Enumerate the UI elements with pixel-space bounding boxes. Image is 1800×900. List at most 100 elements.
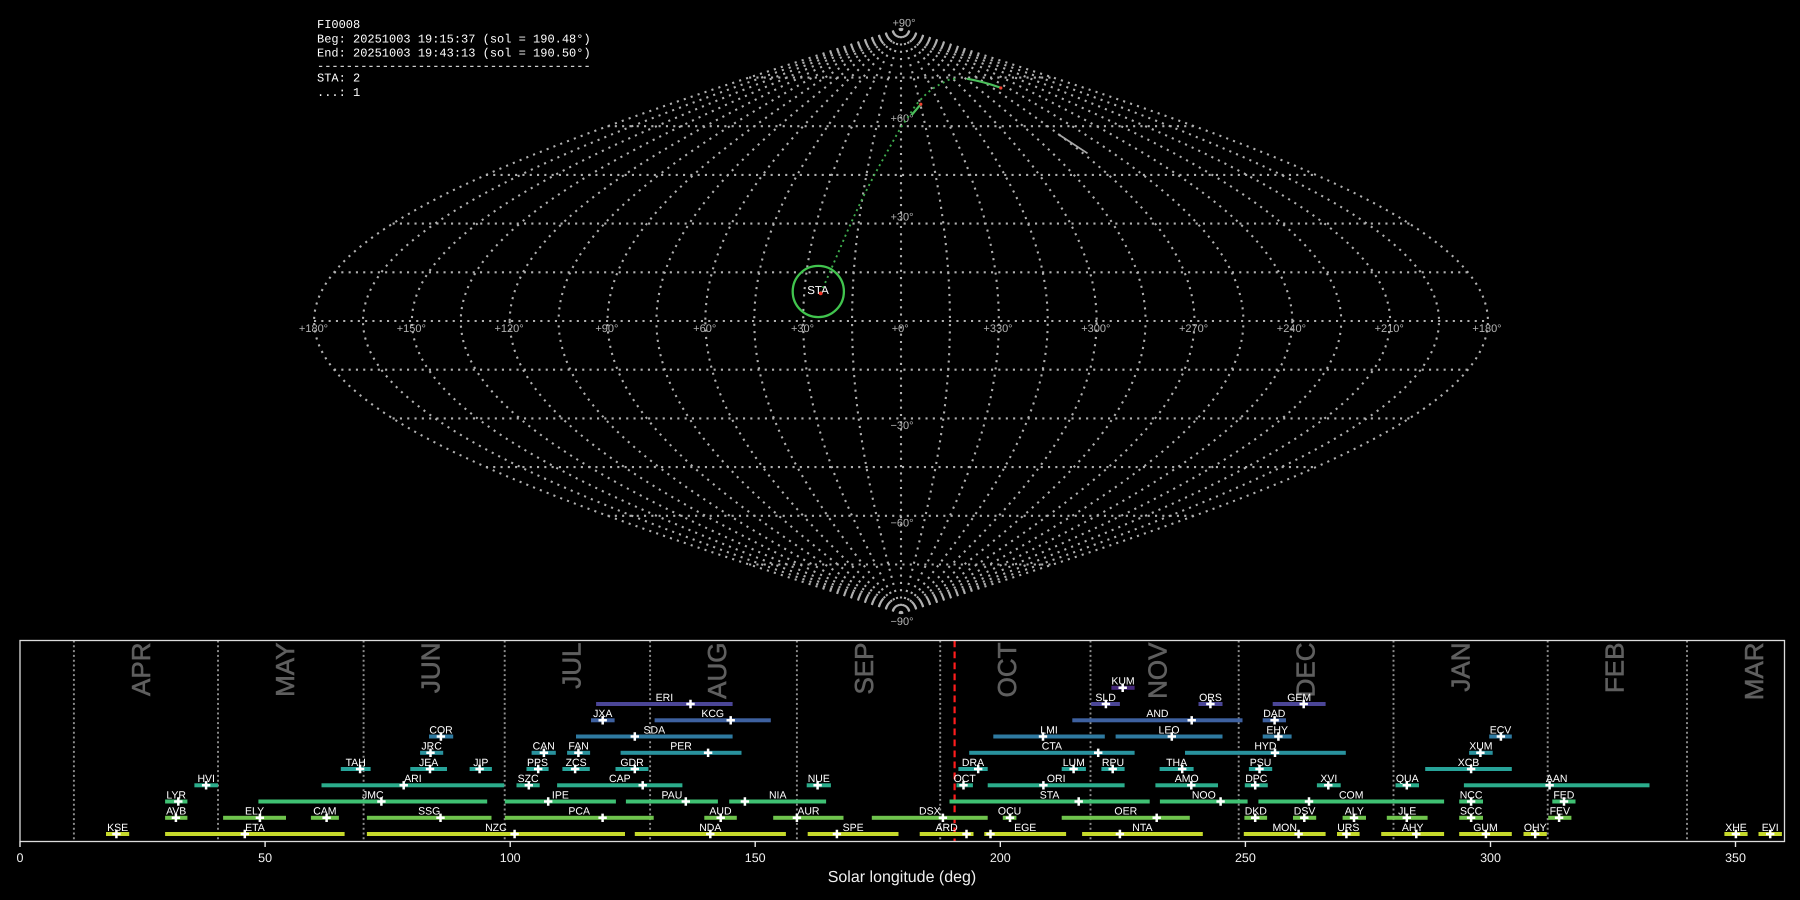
svg-text:GUM: GUM [1473, 822, 1498, 834]
svg-text:NOO: NOO [1192, 789, 1216, 801]
svg-text:FEV: FEV [1550, 806, 1570, 818]
svg-text:250: 250 [1235, 851, 1256, 865]
svg-text:0: 0 [17, 851, 24, 865]
svg-text:300: 300 [1480, 851, 1501, 865]
svg-text:350: 350 [1725, 851, 1746, 865]
svg-text:−90°: −90° [890, 616, 913, 628]
svg-text:...: 1: ...: 1 [317, 86, 360, 100]
svg-text:PER: PER [670, 741, 692, 753]
svg-text:Solar longitude (deg): Solar longitude (deg) [828, 869, 977, 886]
svg-text:IPE: IPE [552, 789, 569, 801]
svg-text:FEB: FEB [1600, 643, 1630, 694]
svg-text:JIP: JIP [473, 757, 488, 769]
svg-text:STA: STA [807, 285, 829, 297]
svg-text:FI0008: FI0008 [317, 18, 360, 32]
svg-text:DAD: DAD [1263, 708, 1286, 720]
svg-text:DSV: DSV [1294, 806, 1316, 818]
svg-text:OER: OER [1114, 806, 1137, 818]
svg-text:EVI: EVI [1762, 822, 1779, 834]
svg-text:QUA: QUA [1396, 773, 1419, 785]
svg-text:TAH: TAH [346, 757, 366, 769]
svg-text:ERI: ERI [656, 692, 674, 704]
svg-text:JUL: JUL [557, 643, 587, 689]
svg-text:PCA: PCA [568, 806, 590, 818]
svg-text:NTA: NTA [1132, 822, 1152, 834]
svg-text:XCB: XCB [1458, 757, 1480, 769]
svg-text:LEO: LEO [1158, 724, 1179, 736]
svg-text:NOV: NOV [1143, 642, 1173, 699]
svg-text:+270°: +270° [1179, 323, 1208, 335]
svg-text:MAY: MAY [270, 643, 300, 697]
svg-text:AUR: AUR [797, 806, 820, 818]
svg-text:URS: URS [1337, 822, 1359, 834]
svg-text:MON: MON [1272, 822, 1297, 834]
svg-text:EHY: EHY [1266, 724, 1288, 736]
svg-text:DSX: DSX [919, 806, 941, 818]
svg-text:JMC: JMC [362, 789, 384, 801]
svg-text:LUM: LUM [1063, 757, 1085, 769]
svg-text:ARD: ARD [936, 822, 959, 834]
svg-text:−60°: −60° [890, 518, 913, 530]
svg-text:JUN: JUN [416, 643, 446, 694]
svg-text:GEM: GEM [1287, 692, 1311, 704]
svg-text:XUM: XUM [1469, 741, 1492, 753]
svg-text:HYD: HYD [1254, 741, 1277, 753]
svg-text:+300°: +300° [1081, 323, 1110, 335]
svg-text:CAP: CAP [609, 773, 631, 785]
svg-text:JAN: JAN [1446, 643, 1476, 692]
svg-text:ORS: ORS [1199, 692, 1222, 704]
svg-text:LMI: LMI [1040, 724, 1058, 736]
svg-text:NCC: NCC [1460, 789, 1483, 801]
svg-text:−30°: −30° [890, 420, 913, 432]
svg-text:DEC: DEC [1291, 643, 1321, 698]
svg-text:OHY: OHY [1524, 822, 1547, 834]
svg-text:KCG: KCG [701, 708, 724, 720]
svg-text:SEP: SEP [849, 643, 879, 695]
svg-text:PPS: PPS [527, 757, 548, 769]
svg-text:+150°: +150° [397, 323, 426, 335]
svg-text:NUE: NUE [808, 773, 830, 785]
svg-text:+30°: +30° [791, 323, 814, 335]
svg-text:JLE: JLE [1398, 806, 1416, 818]
svg-text:APR: APR [126, 643, 156, 696]
svg-text:+60°: +60° [890, 113, 913, 125]
svg-text:SPE: SPE [843, 822, 864, 834]
svg-text:ECV: ECV [1490, 724, 1512, 736]
svg-text:AUG: AUG [702, 643, 732, 699]
svg-text:THA: THA [1166, 757, 1187, 769]
svg-text:AUD: AUD [709, 806, 732, 818]
svg-text:NZC: NZC [485, 822, 507, 834]
svg-text:SCC: SCC [1460, 806, 1483, 818]
svg-text:NDA: NDA [699, 822, 721, 834]
svg-text:100: 100 [500, 851, 521, 865]
svg-text:OCT: OCT [954, 773, 977, 785]
svg-text:COM: COM [1339, 789, 1364, 801]
svg-text:STA: 2: STA: 2 [317, 72, 360, 86]
svg-text:ARI: ARI [404, 773, 422, 785]
svg-text:DRA: DRA [962, 757, 984, 769]
svg-text:COR: COR [429, 724, 453, 736]
svg-text:ALY: ALY [1345, 806, 1364, 818]
svg-text:200: 200 [990, 851, 1011, 865]
svg-text:GDR: GDR [620, 757, 644, 769]
svg-text:XVI: XVI [1320, 773, 1337, 785]
svg-text:ORI: ORI [1047, 773, 1066, 785]
svg-text:+240°: +240° [1277, 323, 1306, 335]
svg-text:JRC: JRC [421, 741, 442, 753]
svg-text:PSU: PSU [1250, 757, 1272, 769]
svg-text:Beg: 20251003 19:15:37 (sol =: Beg: 20251003 19:15:37 (sol = 190.48°) [317, 32, 591, 46]
svg-text:XHE: XHE [1725, 822, 1747, 834]
svg-text:SZC: SZC [518, 773, 539, 785]
svg-text:ETA: ETA [245, 822, 265, 834]
svg-text:KUM: KUM [1111, 676, 1134, 688]
svg-text:KSE: KSE [107, 822, 128, 834]
svg-text:DKD: DKD [1245, 806, 1268, 818]
svg-text:CTA: CTA [1042, 741, 1062, 753]
svg-text:+330°: +330° [983, 323, 1012, 335]
svg-text:LYR: LYR [166, 789, 186, 801]
svg-text:CAN: CAN [533, 741, 555, 753]
svg-text:PAU: PAU [661, 789, 682, 801]
svg-text:HVI: HVI [197, 773, 215, 785]
svg-text:EGE: EGE [1014, 822, 1036, 834]
svg-text:+90°: +90° [595, 323, 618, 335]
